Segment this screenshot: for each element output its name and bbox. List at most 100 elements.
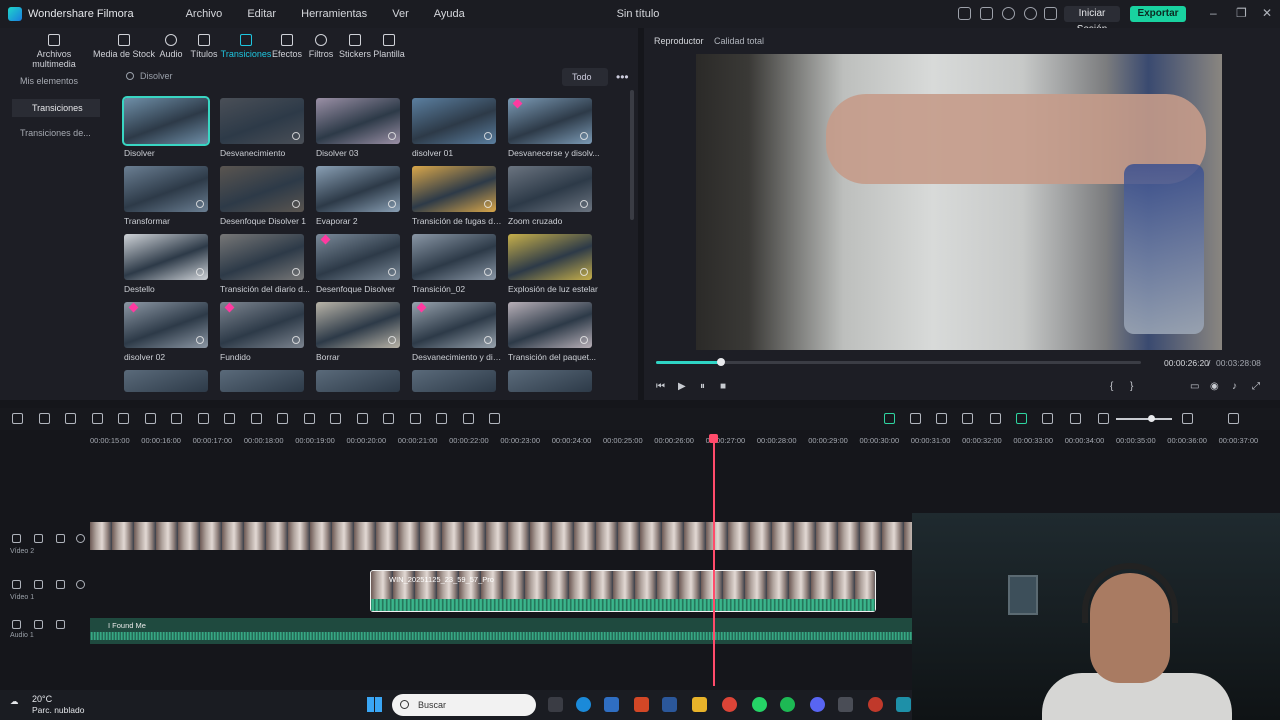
- zoom-in-icon[interactable]: [1182, 413, 1193, 424]
- mic-icon[interactable]: [962, 413, 973, 424]
- download-icon[interactable]: [196, 336, 204, 344]
- download-icon[interactable]: [388, 336, 396, 344]
- menu-archivo[interactable]: Archivo: [186, 8, 223, 20]
- download-icon[interactable]: [292, 132, 300, 140]
- playback-progress[interactable]: [656, 358, 1141, 366]
- mark-in-icon[interactable]: {: [1110, 381, 1113, 392]
- minimize-icon[interactable]: –: [1210, 6, 1217, 20]
- grid-icon[interactable]: [12, 413, 23, 424]
- adjust-icon[interactable]: [409, 413, 421, 424]
- more-options-icon[interactable]: •••: [616, 70, 629, 84]
- login-button[interactable]: Iniciar Sesión: [1064, 6, 1120, 35]
- transition-thumbnail[interactable]: [316, 166, 400, 212]
- tab-plantilla[interactable]: Plantilla: [357, 34, 421, 59]
- render-icon[interactable]: [462, 413, 474, 424]
- apps-icon[interactable]: [1044, 7, 1057, 20]
- transition-thumbnail[interactable]: [508, 98, 592, 144]
- download-icon[interactable]: [580, 200, 588, 208]
- cloud-icon[interactable]: [1002, 7, 1015, 20]
- audio-mix-icon[interactable]: [990, 413, 1001, 424]
- task-view-icon[interactable]: [548, 697, 563, 712]
- download-icon[interactable]: [484, 132, 492, 140]
- transition-thumbnail[interactable]: [220, 166, 304, 212]
- download-icon[interactable]: [292, 268, 300, 276]
- windows-start-icon[interactable]: [367, 697, 382, 712]
- search-input[interactable]: Disolver: [140, 71, 173, 81]
- word-icon[interactable]: [662, 697, 677, 712]
- edge-icon[interactable]: [576, 697, 591, 712]
- export-button[interactable]: Exportar: [1130, 6, 1186, 22]
- keyframe-icon[interactable]: [383, 413, 394, 424]
- transition-thumbnail[interactable]: [412, 234, 496, 280]
- split-icon[interactable]: [436, 413, 447, 424]
- download-icon[interactable]: [292, 336, 300, 344]
- whatsapp-icon[interactable]: [752, 697, 767, 712]
- stop-icon[interactable]: ■: [720, 381, 726, 392]
- audio-clip[interactable]: I Found Me: [90, 618, 912, 644]
- caption-icon[interactable]: [1070, 413, 1081, 424]
- powerpoint-icon[interactable]: [634, 697, 649, 712]
- timer-icon[interactable]: [250, 413, 262, 424]
- undo-icon[interactable]: [65, 413, 76, 424]
- zoom-out-icon[interactable]: [1098, 413, 1109, 424]
- chrome-icon[interactable]: [722, 697, 737, 712]
- download-icon[interactable]: [388, 132, 396, 140]
- download-icon[interactable]: [484, 268, 492, 276]
- transition-thumbnail[interactable]: [508, 166, 592, 212]
- taskbar-search[interactable]: Buscar: [392, 694, 536, 716]
- close-icon[interactable]: ✕: [1262, 6, 1272, 20]
- render-preview-icon[interactable]: [910, 413, 921, 424]
- quality-dropdown[interactable]: Calidad total: [714, 36, 764, 46]
- download-icon[interactable]: [292, 200, 300, 208]
- display-icon[interactable]: ▭: [1190, 381, 1199, 392]
- download-icon[interactable]: [388, 200, 396, 208]
- transition-thumbnail[interactable]: [220, 98, 304, 144]
- menu-editar[interactable]: Editar: [247, 8, 276, 20]
- transition-thumbnail[interactable]: [412, 370, 496, 392]
- spotify-icon[interactable]: [780, 697, 795, 712]
- speed-icon[interactable]: [171, 413, 182, 424]
- link-icon[interactable]: [56, 534, 65, 543]
- download-icon[interactable]: [484, 336, 492, 344]
- store-icon[interactable]: [604, 697, 619, 712]
- tab-archivos-multimedia[interactable]: Archivos multimedia: [22, 34, 86, 69]
- video-1-clip[interactable]: WIN_20251125_23_59_57_Pro: [370, 570, 876, 612]
- lock-icon[interactable]: [34, 580, 43, 589]
- app-icon[interactable]: [868, 697, 883, 712]
- rect-icon[interactable]: [224, 413, 235, 424]
- transition-thumbnail[interactable]: [316, 370, 400, 392]
- playhead[interactable]: [709, 434, 718, 686]
- transition-thumbnail[interactable]: [316, 98, 400, 144]
- stabilize-icon[interactable]: [356, 413, 368, 424]
- layout-icon[interactable]: [958, 7, 971, 20]
- sidebar-item-transiciones-de[interactable]: Transiciones de...: [20, 128, 91, 138]
- pause-icon[interactable]: ⏸: [700, 381, 705, 392]
- fullscreen-icon[interactable]: ⤢: [1252, 381, 1260, 392]
- mute-icon[interactable]: [56, 620, 65, 629]
- color-icon[interactable]: [277, 413, 288, 424]
- transition-thumbnail[interactable]: [220, 370, 304, 392]
- text-icon[interactable]: [197, 413, 209, 424]
- app-icon[interactable]: [896, 697, 911, 712]
- play-icon[interactable]: ▶: [678, 381, 686, 392]
- menu-ver[interactable]: Ver: [392, 8, 409, 20]
- select-icon[interactable]: [38, 413, 50, 424]
- transition-thumbnail[interactable]: [124, 370, 208, 392]
- zoom-slider[interactable]: [1116, 415, 1172, 422]
- volume-icon[interactable]: ♪: [1232, 381, 1237, 392]
- sidebar-item-transiciones[interactable]: Transiciones: [12, 99, 100, 117]
- transition-thumbnail[interactable]: [220, 302, 304, 348]
- crop-icon[interactable]: [144, 413, 156, 424]
- download-icon[interactable]: [484, 200, 492, 208]
- lock-icon[interactable]: [34, 620, 43, 629]
- file-explorer-icon[interactable]: [692, 697, 707, 712]
- transition-thumbnail[interactable]: [316, 302, 400, 348]
- download-icon[interactable]: [196, 200, 204, 208]
- transition-thumbnail[interactable]: [122, 96, 210, 146]
- transition-thumbnail[interactable]: [124, 302, 208, 348]
- menu-ayuda[interactable]: Ayuda: [434, 8, 465, 20]
- transition-thumbnail[interactable]: [316, 234, 400, 280]
- lock-icon[interactable]: [34, 534, 43, 543]
- filmora-taskbar-icon[interactable]: [838, 697, 853, 712]
- sidebar-item-mis-elementos[interactable]: Mis elementos: [20, 76, 78, 86]
